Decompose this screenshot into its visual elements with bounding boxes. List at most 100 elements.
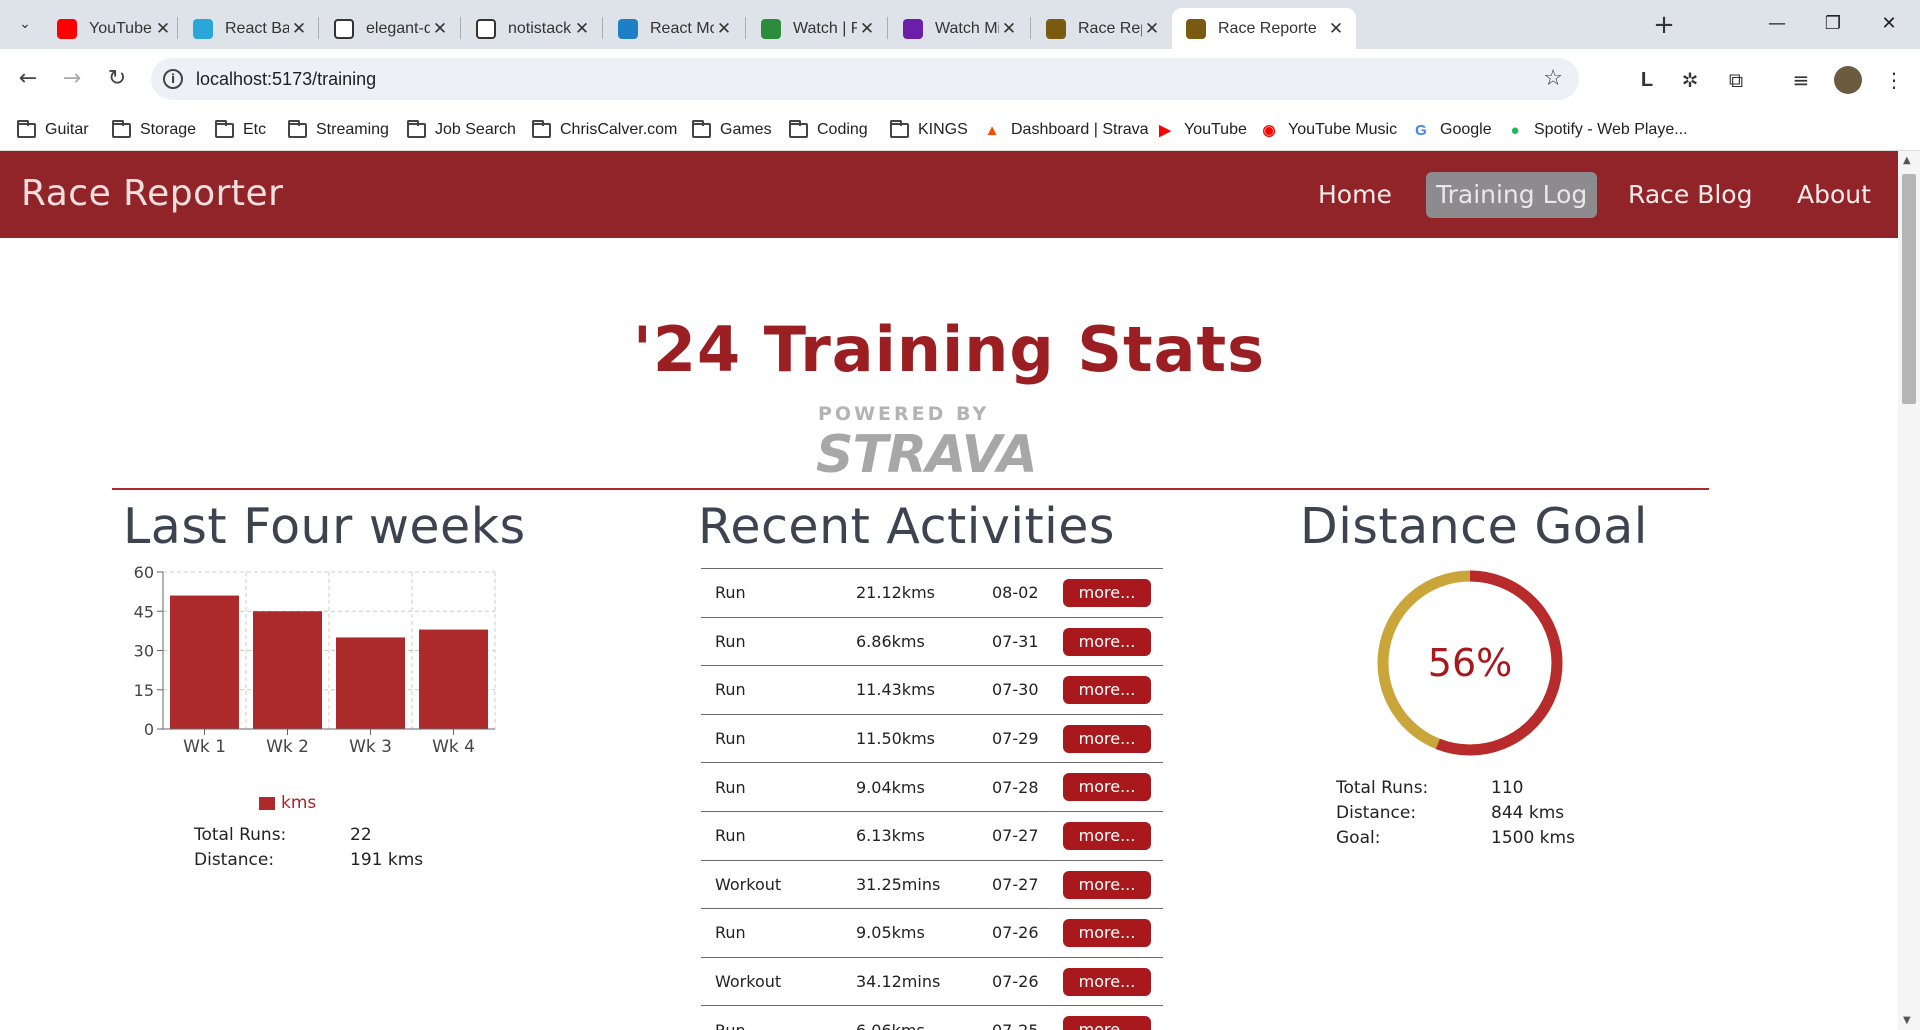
distance-goal-heading: Distance Goal: [1300, 498, 1648, 555]
activity-more-button[interactable]: more...: [1063, 1016, 1151, 1030]
bookmark-item[interactable]: ● Spotify - Web Playe...: [1505, 118, 1687, 142]
restore-button[interactable]: ❐: [1810, 8, 1856, 40]
tab-search-button[interactable]: ⌄: [10, 9, 40, 39]
scrollbar-thumb[interactable]: [1902, 174, 1916, 404]
browser-tab[interactable]: Watch | React✕: [747, 8, 887, 49]
bookmark-label: YouTube: [1184, 121, 1247, 138]
extension-l-icon[interactable]: L: [1633, 66, 1661, 94]
bookmark-item[interactable]: ChrisCalver.com: [531, 118, 677, 142]
activity-type: Run: [715, 1021, 746, 1030]
profile-avatar[interactable]: [1834, 66, 1862, 94]
goal-total-runs-label: Total Runs:: [1336, 778, 1429, 798]
nav-training-log[interactable]: Training Log: [1426, 172, 1598, 218]
browser-tab[interactable]: React Badge✕: [179, 8, 319, 49]
bookmark-item[interactable]: KINGS: [889, 118, 968, 142]
address-bar[interactable]: i localhost:5173/training ☆: [151, 58, 1579, 100]
goal-distance-value: 844 kms: [1491, 803, 1565, 823]
scroll-up-arrow-icon[interactable]: ▲: [1903, 155, 1911, 166]
activity-amount: 6.86kms: [856, 631, 925, 651]
activity-more-button[interactable]: more...: [1063, 821, 1151, 850]
bookmark-item[interactable]: Guitar: [16, 118, 89, 142]
browser-tab[interactable]: Race Reporte✕: [1172, 8, 1356, 49]
reload-button[interactable]: ↻: [101, 63, 133, 95]
bookmark-item[interactable]: Job Search: [406, 118, 516, 142]
browser-tab[interactable]: React Modal✕: [604, 8, 744, 49]
bookmark-item[interactable]: G Google: [1411, 118, 1491, 142]
tab-close-icon[interactable]: ✕: [430, 19, 450, 39]
address-url[interactable]: localhost:5173/training: [196, 69, 376, 90]
bookmark-item[interactable]: Coding: [788, 118, 868, 142]
total-runs-label: Total Runs:: [194, 825, 287, 845]
nav-race-blog[interactable]: Race Blog: [1618, 172, 1762, 218]
bookmark-item[interactable]: Streaming: [287, 118, 389, 142]
browser-tab[interactable]: notistack-sim✕: [462, 8, 602, 49]
bookmark-item[interactable]: Games: [691, 118, 772, 142]
bookmark-item[interactable]: Etc: [214, 118, 266, 142]
activity-more-button[interactable]: more...: [1063, 627, 1151, 656]
tab-separator: [460, 17, 461, 39]
activity-more-button[interactable]: more...: [1063, 967, 1151, 996]
media-control-icon[interactable]: ≡: [1787, 66, 1815, 94]
tab-close-icon[interactable]: ✕: [1142, 19, 1162, 39]
nav-about[interactable]: About: [1787, 172, 1881, 218]
tab-separator: [745, 17, 746, 39]
scroll-down-arrow-icon[interactable]: ▼: [1903, 1015, 1911, 1026]
nav-home[interactable]: Home: [1308, 172, 1402, 218]
extension-bug-icon[interactable]: ✲: [1676, 66, 1704, 94]
activity-more-button[interactable]: more...: [1063, 773, 1151, 802]
browser-menu-icon[interactable]: ⋮: [1880, 66, 1908, 94]
tab-close-icon[interactable]: ✕: [714, 19, 734, 39]
tab-separator: [602, 17, 603, 39]
tab-separator: [887, 17, 888, 39]
tab-separator: [1030, 17, 1031, 39]
folder-icon: [16, 119, 36, 139]
activity-type: Workout: [715, 972, 782, 992]
chart-legend[interactable]: kms: [259, 793, 316, 813]
activity-more-button[interactable]: more...: [1063, 919, 1151, 948]
activity-more-button[interactable]: more...: [1063, 724, 1151, 753]
browser-tab[interactable]: Race Reporte✕: [1032, 8, 1172, 49]
activity-more-button[interactable]: more...: [1063, 870, 1151, 899]
activity-date: 07-29: [992, 729, 1039, 749]
page-scrollbar[interactable]: ▲ ▼: [1898, 151, 1920, 1030]
browser-tab[interactable]: Watch Missin✕: [889, 8, 1029, 49]
tab-close-icon[interactable]: ✕: [857, 19, 877, 39]
activity-date: 07-31: [992, 631, 1039, 651]
tab-close-icon[interactable]: ✕: [153, 19, 173, 39]
activity-row: Run 11.50kms 07-29 more...: [701, 713, 1163, 763]
activity-amount: 6.06kms: [856, 1021, 925, 1030]
extensions-puzzle-icon[interactable]: ⧉: [1722, 66, 1750, 94]
bookmark-item[interactable]: Storage: [111, 118, 196, 142]
site-brand[interactable]: Race Reporter: [21, 173, 283, 214]
page-title: '24 Training Stats: [632, 313, 1266, 386]
activity-more-button[interactable]: more...: [1063, 579, 1151, 607]
folder-icon: [788, 119, 808, 139]
activity-amount: 11.43kms: [856, 680, 935, 700]
bookmark-item[interactable]: ◉ YouTube Music: [1259, 118, 1397, 142]
strava-icon: ▲: [984, 121, 1000, 139]
site-info-icon[interactable]: i: [163, 69, 183, 89]
bookmark-star-icon[interactable]: ☆: [1543, 66, 1563, 91]
activity-type: Workout: [715, 874, 782, 894]
tab-close-icon[interactable]: ✕: [1326, 19, 1346, 39]
forward-button[interactable]: →: [56, 63, 88, 95]
bookmarks-bar: Guitar Storage Etc Streaming Job Search Chris…: [0, 109, 1920, 151]
chart-y-tick-label: 60: [134, 565, 154, 582]
activity-date: 07-26: [992, 972, 1039, 992]
chart-x-tick-label: Wk 1: [183, 737, 226, 757]
new-tab-button[interactable]: +: [1650, 10, 1678, 40]
browser-tab[interactable]: elegant-dan...✕: [320, 8, 460, 49]
window-close-button[interactable]: ✕: [1866, 8, 1912, 40]
activity-more-button[interactable]: more...: [1063, 676, 1151, 705]
distance-value: 191 kms: [350, 850, 424, 870]
chart-bar: [170, 595, 239, 729]
minimize-button[interactable]: —: [1754, 8, 1800, 40]
tab-close-icon[interactable]: ✕: [289, 19, 309, 39]
tab-close-icon[interactable]: ✕: [572, 19, 592, 39]
back-button[interactable]: ←: [12, 63, 44, 95]
bookmark-item[interactable]: ▲ Dashboard | Strava: [982, 118, 1149, 142]
bookmark-item[interactable]: ▶ YouTube: [1155, 118, 1247, 142]
browser-tab[interactable]: YouTube ✕: [43, 8, 183, 49]
tab-close-icon[interactable]: ✕: [999, 19, 1019, 39]
page-icon: [476, 18, 496, 39]
